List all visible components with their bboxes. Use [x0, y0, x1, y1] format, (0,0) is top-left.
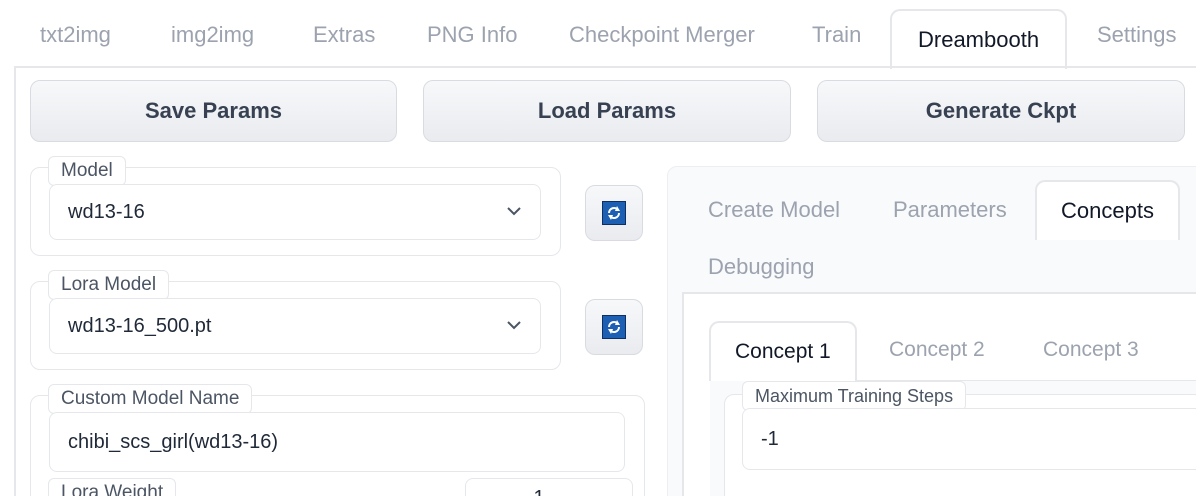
tab-dreambooth[interactable]: Dreambooth: [890, 9, 1068, 69]
save-params-button[interactable]: Save Params: [30, 80, 397, 142]
max-training-steps-input[interactable]: -1: [742, 408, 1196, 470]
refresh-icon: [602, 201, 626, 225]
tab-dreambooth-label: Dreambooth: [918, 27, 1040, 52]
tab-concept-3[interactable]: Concept 3: [1043, 338, 1139, 362]
lora-weight-label: Lora Weight: [48, 478, 177, 496]
chevron-down-icon: [507, 207, 521, 216]
tab-bar-divider: [14, 66, 1196, 68]
tab-train[interactable]: Train: [812, 22, 861, 48]
tab-checkpoint-merger[interactable]: Checkpoint Merger: [569, 22, 755, 48]
refresh-model-button[interactable]: [585, 185, 643, 241]
tab-create-model[interactable]: Create Model: [708, 197, 840, 223]
tab-txt2img[interactable]: txt2img: [40, 22, 111, 48]
lora-weight-value: 1: [533, 487, 544, 496]
custom-model-name-input[interactable]: chibi_scs_girl(wd13-16): [49, 412, 625, 472]
chevron-down-icon: [507, 321, 521, 330]
tab-png-info[interactable]: PNG Info: [427, 22, 517, 48]
tab-concept-2[interactable]: Concept 2: [889, 338, 985, 362]
lora-model-value: wd13-16_500.pt: [68, 314, 212, 337]
max-training-steps-value: -1: [761, 427, 779, 450]
panel-left-border: [14, 66, 16, 496]
main-tab-bar: txt2img img2img Extras PNG Info Checkpoi…: [0, 0, 1196, 69]
model-label: Model: [48, 156, 126, 186]
tab-parameters[interactable]: Parameters: [893, 197, 1007, 223]
refresh-icon: [602, 315, 626, 339]
refresh-lora-button[interactable]: [585, 299, 643, 355]
lora-model-label: Lora Model: [48, 270, 170, 300]
generate-ckpt-button[interactable]: Generate Ckpt: [817, 80, 1185, 142]
tab-debugging[interactable]: Debugging: [708, 254, 814, 280]
model-value: wd13-16: [68, 200, 145, 223]
max-training-steps-label: Maximum Training Steps: [742, 381, 967, 411]
lora-model-dropdown[interactable]: wd13-16_500.pt: [49, 298, 541, 354]
tab-settings[interactable]: Settings: [1097, 22, 1177, 48]
model-dropdown[interactable]: wd13-16: [49, 184, 541, 240]
custom-model-name-value: chibi_scs_girl(wd13-16): [68, 430, 279, 453]
tab-concepts[interactable]: Concepts: [1035, 180, 1180, 240]
tab-concept-1[interactable]: Concept 1: [709, 321, 857, 381]
tab-extras[interactable]: Extras: [313, 22, 375, 48]
load-params-button[interactable]: Load Params: [423, 80, 791, 142]
tab-img2img[interactable]: img2img: [171, 22, 254, 48]
lora-weight-input[interactable]: 1: [465, 478, 633, 496]
custom-model-name-label: Custom Model Name: [48, 384, 253, 414]
dreambooth-ui: txt2img img2img Extras PNG Info Checkpoi…: [0, 0, 1196, 496]
